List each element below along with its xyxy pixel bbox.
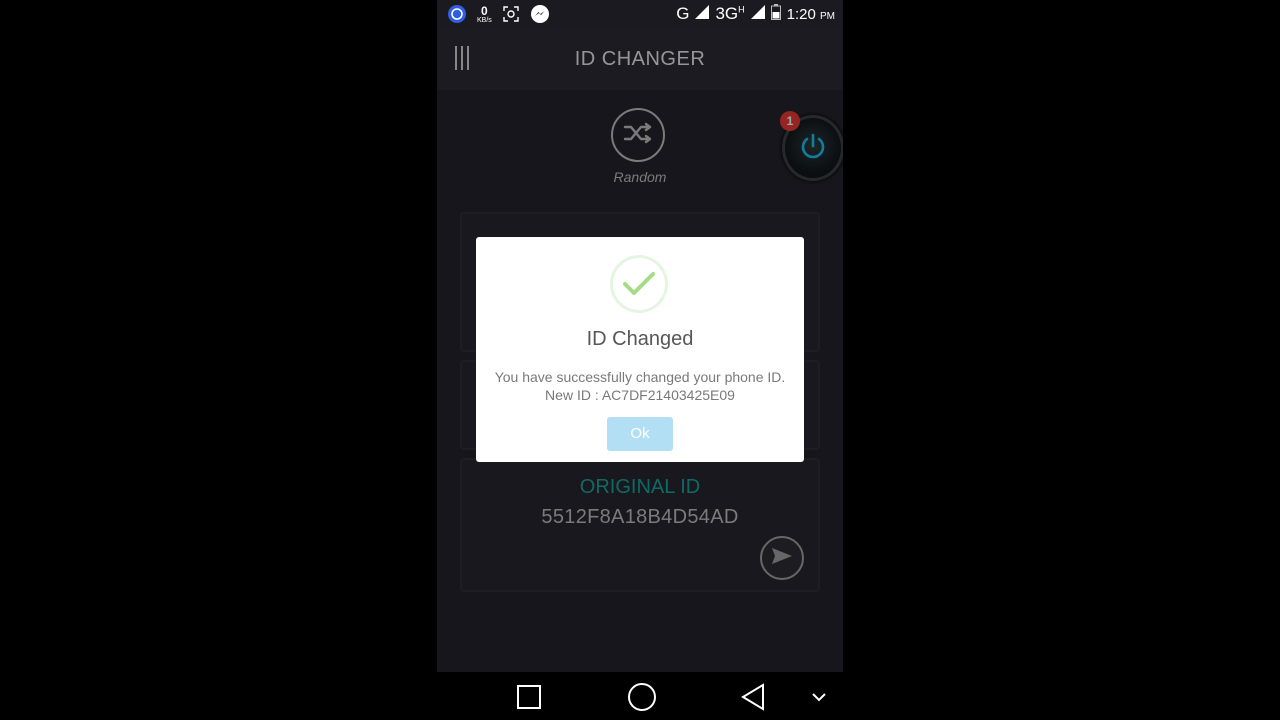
phone-screen: 0 KB/s G 3GH 1:20 PM ID CHANGER Random O… [437,0,843,720]
success-check-icon [610,255,668,313]
screenshot-icon [502,5,520,27]
back-triangle-icon [740,683,766,715]
network-type-2-text: 3G [715,4,739,23]
chevron-down-icon [811,688,827,707]
network-type-label-2: 3GH [715,4,744,24]
back-button[interactable] [740,683,766,715]
dialog-message: You have successfully changed your phone… [494,369,786,403]
nav-bar [437,672,843,720]
network-type-2-sup: H [738,4,745,15]
status-bar: 0 KB/s G 3GH 1:20 PM [437,0,843,30]
dialog-title: ID Changed [586,328,694,350]
messenger-icon [530,4,550,28]
clock-suffix: PM [820,10,835,22]
hide-nav-button[interactable] [811,688,827,707]
app-notification-icon [447,4,467,28]
success-dialog: ID Changed You have successfully changed… [476,237,804,462]
signal-icon-2 [750,5,765,23]
status-left: 0 KB/s [447,4,550,28]
status-right: G 3GH 1:20 PM [676,4,835,24]
net-speed-indicator: 0 KB/s [477,4,492,25]
signal-icon [695,5,710,23]
battery-icon [770,4,781,24]
net-speed-unit: KB/s [477,17,492,24]
recent-apps-button[interactable] [517,685,541,709]
ok-button[interactable]: Ok [607,417,673,451]
home-button[interactable] [628,683,656,711]
clock: 1:20 PM [787,6,835,23]
net-speed-value: 0 [481,4,488,18]
clock-time: 1:20 [786,5,816,23]
network-type-label: G [676,4,690,23]
